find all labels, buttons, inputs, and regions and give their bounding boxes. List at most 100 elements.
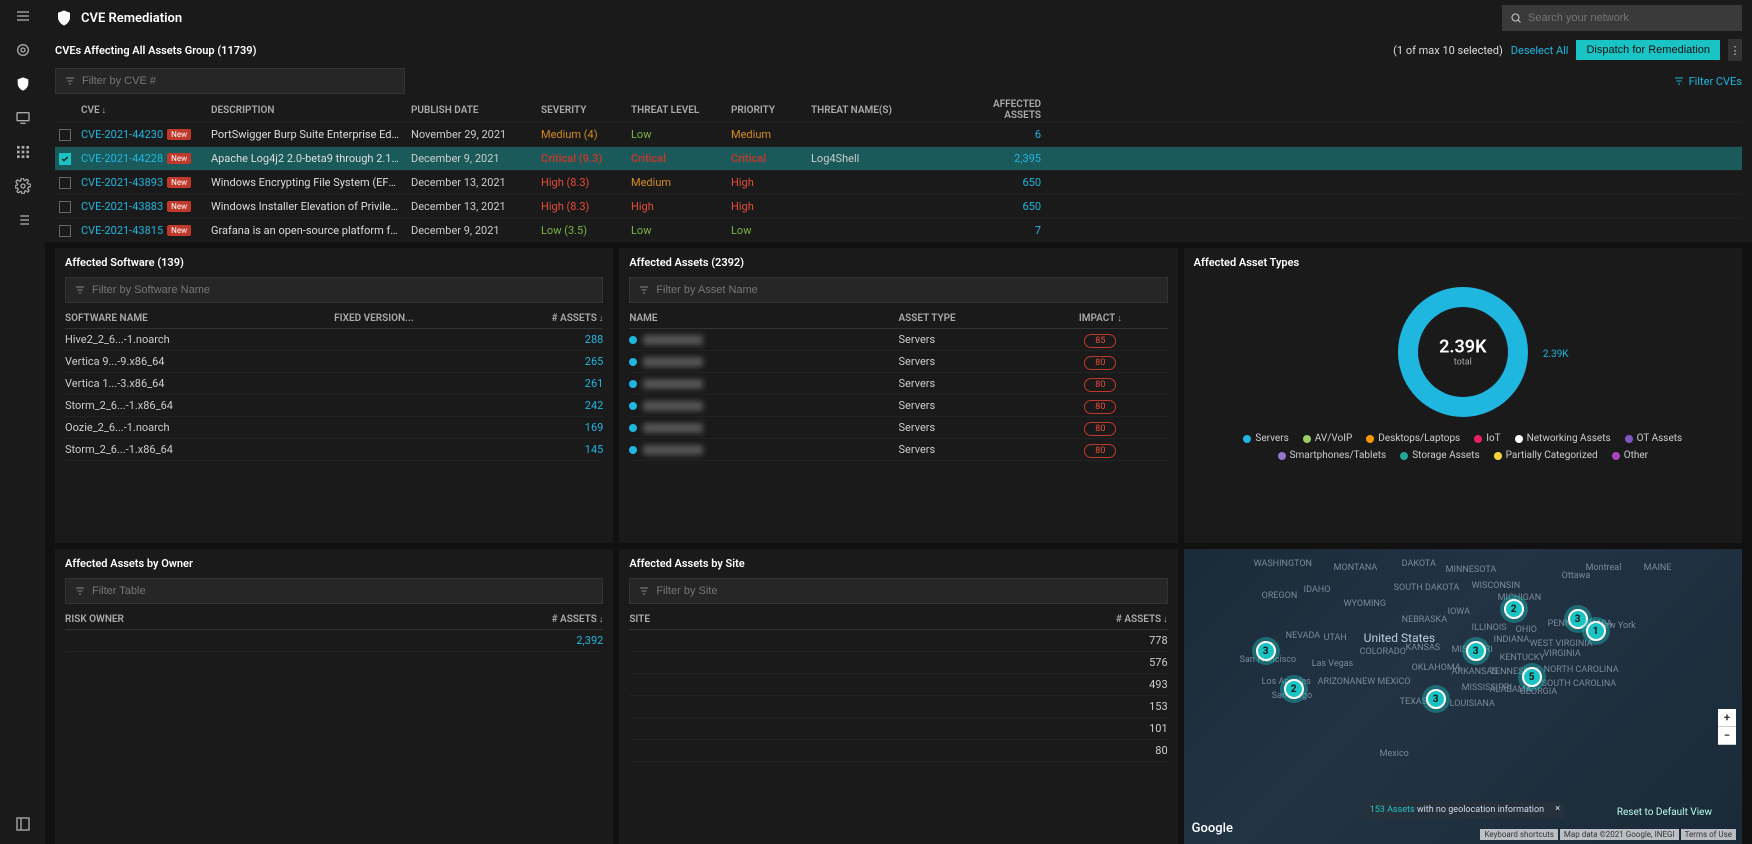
col-threat-level[interactable]: THREAT LEVEL bbox=[631, 105, 731, 116]
col-asset-name[interactable]: NAME bbox=[629, 313, 898, 324]
more-actions-button[interactable]: ⋮ bbox=[1728, 39, 1742, 61]
row-checkbox[interactable] bbox=[59, 129, 71, 141]
map-attrib-item[interactable]: Keyboard shortcuts bbox=[1480, 829, 1557, 840]
map-marker[interactable]: 5 bbox=[1522, 667, 1542, 687]
legend-item[interactable]: OT Assets bbox=[1625, 433, 1683, 444]
map-attrib-item[interactable]: Map data ©2021 Google, INEGI bbox=[1560, 829, 1679, 840]
col-severity[interactable]: SEVERITY bbox=[541, 105, 631, 116]
list-icon[interactable] bbox=[13, 210, 33, 230]
legend-item[interactable]: Storage Assets bbox=[1400, 450, 1479, 461]
shield-icon[interactable] bbox=[13, 74, 33, 94]
col-owner-assets[interactable]: # ASSETS↓ bbox=[424, 614, 603, 625]
map-marker[interactable]: 3 bbox=[1466, 641, 1486, 661]
legend-item[interactable]: IoT bbox=[1474, 433, 1500, 444]
table-row[interactable]: Servers80 bbox=[629, 395, 1167, 417]
cve-row[interactable]: CVE-2021-43883 NewWindows Installer Elev… bbox=[55, 194, 1742, 218]
cve-row[interactable]: CVE-2021-43893 NewWindows Encrypting Fil… bbox=[55, 170, 1742, 194]
row-checkbox[interactable] bbox=[59, 225, 71, 237]
table-row[interactable]: 80 bbox=[629, 740, 1167, 762]
map-marker[interactable]: 3 bbox=[1426, 689, 1446, 709]
col-affected-assets[interactable]: AFFECTED ASSETS bbox=[971, 99, 1061, 121]
col-priority[interactable]: PRIORITY bbox=[731, 105, 811, 116]
panel-map[interactable]: WASHINGTONMONTANADAKOTAMINNESOTAWISCONSI… bbox=[1184, 549, 1742, 844]
target-icon[interactable] bbox=[13, 40, 33, 60]
owner-filter-input[interactable] bbox=[92, 585, 594, 597]
table-row[interactable]: Servers80 bbox=[629, 373, 1167, 395]
map-marker[interactable]: 3 bbox=[1568, 609, 1588, 629]
table-row[interactable]: Storm_2_6...-1.x86_64242 bbox=[65, 395, 603, 417]
map-reset-view[interactable]: Reset to Default View bbox=[1617, 807, 1712, 818]
cve-id-link[interactable]: CVE-2021-43883 New bbox=[81, 200, 211, 213]
col-software-name[interactable]: SOFTWARE NAME bbox=[65, 313, 334, 324]
table-row[interactable]: Vertica 1...-3.x86_64261 bbox=[65, 373, 603, 395]
legend-item[interactable]: Other bbox=[1612, 450, 1648, 461]
cve-id-link[interactable]: CVE-2021-44230 New bbox=[81, 128, 211, 141]
row-checkbox[interactable] bbox=[59, 177, 71, 189]
site-filter[interactable] bbox=[629, 578, 1167, 604]
col-cve[interactable]: CVE↓ bbox=[81, 105, 211, 116]
close-icon[interactable]: × bbox=[1555, 804, 1560, 814]
site-filter-input[interactable] bbox=[656, 585, 1158, 597]
cve-row[interactable]: CVE-2021-43815 NewGrafana is an open-sou… bbox=[55, 218, 1742, 242]
map-marker[interactable]: 2 bbox=[1504, 599, 1524, 619]
table-row[interactable]: Oozie_2_6...-1.noarch169 bbox=[65, 417, 603, 439]
map-marker[interactable]: 2 bbox=[1284, 679, 1304, 699]
table-row[interactable]: 101 bbox=[629, 718, 1167, 740]
col-description[interactable]: DESCRIPTION bbox=[211, 105, 411, 116]
collapse-icon[interactable] bbox=[13, 814, 33, 834]
asset-filter-input[interactable] bbox=[656, 284, 1158, 296]
legend-item[interactable]: Networking Assets bbox=[1515, 433, 1611, 444]
table-row[interactable]: Servers80 bbox=[629, 351, 1167, 373]
gear-icon[interactable] bbox=[13, 176, 33, 196]
col-risk-owner[interactable]: RISK OWNER bbox=[65, 614, 424, 625]
map-marker[interactable]: 1 bbox=[1586, 621, 1606, 641]
table-row[interactable]: 576 bbox=[629, 652, 1167, 674]
cve-filter-input[interactable] bbox=[82, 75, 396, 87]
col-site[interactable]: SITE bbox=[629, 614, 988, 625]
col-asset-impact[interactable]: IMPACT↓ bbox=[1033, 313, 1168, 324]
col-asset-type[interactable]: ASSET TYPE bbox=[899, 313, 1034, 324]
software-filter-input[interactable] bbox=[92, 284, 594, 296]
legend-item[interactable]: AV/VoIP bbox=[1303, 433, 1352, 444]
table-row[interactable]: 493 bbox=[629, 674, 1167, 696]
zoom-out-button[interactable]: − bbox=[1718, 727, 1736, 745]
legend-item[interactable]: Partially Categorized bbox=[1494, 450, 1598, 461]
col-publish-date[interactable]: PUBLISH DATE bbox=[411, 105, 541, 116]
table-row[interactable]: Hive2_2_6...-1.noarch288 bbox=[65, 329, 603, 351]
table-row[interactable]: Servers80 bbox=[629, 417, 1167, 439]
software-filter[interactable] bbox=[65, 277, 603, 303]
table-row[interactable]: Storm_2_6...-1.x86_64145 bbox=[65, 439, 603, 461]
grid-icon[interactable] bbox=[13, 142, 33, 162]
legend-item[interactable]: Servers bbox=[1243, 433, 1288, 444]
col-fixed-version[interactable]: FIXED VERSION... bbox=[334, 313, 469, 324]
table-row[interactable]: 153 bbox=[629, 696, 1167, 718]
row-checkbox[interactable] bbox=[59, 201, 71, 213]
zoom-in-button[interactable]: + bbox=[1718, 709, 1736, 727]
table-row[interactable]: 2,392 bbox=[65, 630, 603, 652]
global-search[interactable] bbox=[1502, 5, 1742, 31]
col-sw-assets[interactable]: # ASSETS↓ bbox=[469, 313, 604, 324]
filter-cves-button[interactable]: Filter CVEs bbox=[1673, 75, 1742, 88]
col-site-assets[interactable]: # ASSETS↓ bbox=[988, 614, 1167, 625]
cve-row[interactable]: CVE-2021-44230 NewPortSwigger Burp Suite… bbox=[55, 122, 1742, 146]
cve-id-link[interactable]: CVE-2021-43815 New bbox=[81, 224, 211, 237]
cve-row[interactable]: CVE-2021-44228 NewApache Log4j2 2.0-beta… bbox=[55, 146, 1742, 170]
deselect-all-link[interactable]: Deselect All bbox=[1511, 44, 1569, 57]
col-threat-names[interactable]: THREAT NAME(S) bbox=[811, 105, 971, 116]
legend-item[interactable]: Desktops/Laptops bbox=[1366, 433, 1460, 444]
cve-filter[interactable] bbox=[55, 68, 405, 94]
monitor-icon[interactable] bbox=[13, 108, 33, 128]
search-input[interactable] bbox=[1528, 12, 1734, 24]
owner-filter[interactable] bbox=[65, 578, 603, 604]
dispatch-button[interactable]: Dispatch for Remediation bbox=[1576, 40, 1720, 60]
cve-id-link[interactable]: CVE-2021-44228 New bbox=[81, 152, 211, 165]
map-attrib-item[interactable]: Terms of Use bbox=[1681, 829, 1736, 840]
table-row[interactable]: 778 bbox=[629, 630, 1167, 652]
cve-id-link[interactable]: CVE-2021-43893 New bbox=[81, 176, 211, 189]
asset-filter[interactable] bbox=[629, 277, 1167, 303]
table-row[interactable]: Servers85 bbox=[629, 329, 1167, 351]
menu-icon[interactable] bbox=[13, 6, 33, 26]
legend-item[interactable]: Smartphones/Tablets bbox=[1278, 450, 1387, 461]
row-checkbox[interactable] bbox=[59, 153, 71, 165]
table-row[interactable]: Vertica 9...-9.x86_64265 bbox=[65, 351, 603, 373]
